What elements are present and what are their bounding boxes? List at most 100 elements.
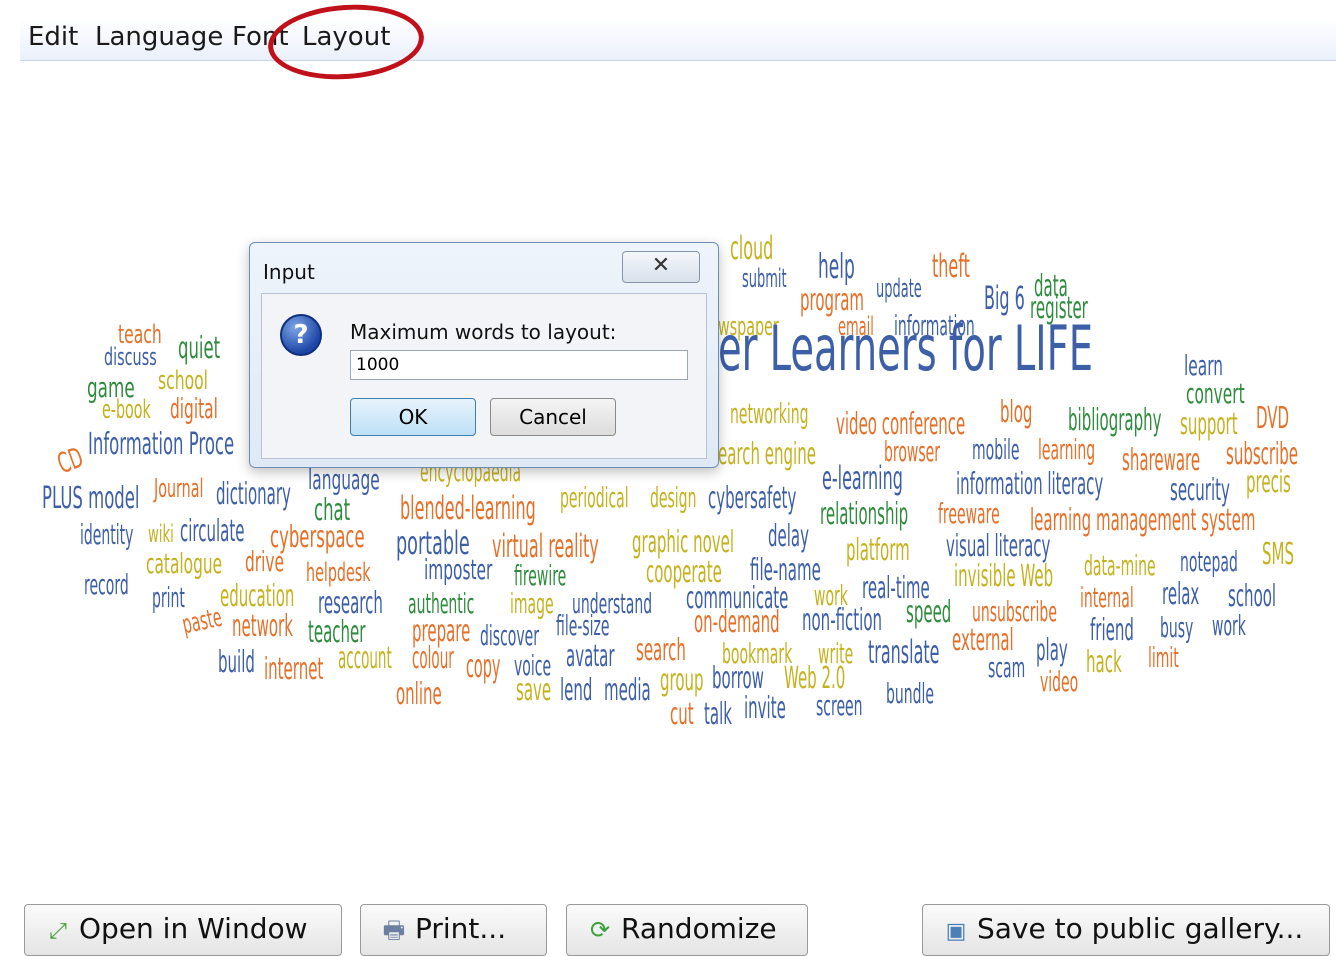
cloud-word: bundle <box>886 677 935 710</box>
cloud-word: learning <box>1038 433 1096 466</box>
cloud-word: cyberspace <box>270 520 365 555</box>
open-in-window-button[interactable]: ⤢ Open in Window <box>24 904 342 956</box>
cloud-word: wiki <box>148 520 174 548</box>
cloud-word: identity <box>80 518 134 551</box>
cloud-word: paste <box>179 602 225 641</box>
cloud-word: hack <box>1086 645 1122 680</box>
cloud-word: invite <box>744 691 786 726</box>
cloud-word: support <box>1180 407 1238 442</box>
cloud-word: quiet <box>178 331 221 366</box>
cloud-word: group <box>660 663 704 698</box>
cloud-word: freeware <box>938 497 1000 530</box>
print-button[interactable]: 🖶 Print... <box>360 904 547 956</box>
dialog-body: ? Maximum words to layout: 1000 OK Cance… <box>261 293 707 459</box>
save-icon: ▣ <box>945 919 967 944</box>
cloud-word: networking <box>730 397 809 430</box>
cloud-word: busy <box>1160 611 1194 644</box>
cloud-word: lend <box>560 673 593 708</box>
expand-icon: ⤢ <box>49 919 67 944</box>
cloud-word: shareware <box>1122 443 1201 478</box>
cloud-word: non-fiction <box>802 603 883 638</box>
cloud-word: update <box>876 274 922 304</box>
max-words-input[interactable]: 1000 <box>350 350 688 380</box>
cloud-word: PLUS model <box>42 481 140 516</box>
cloud-word: theft <box>932 247 970 285</box>
cloud-word: virtual reality <box>492 527 599 565</box>
cloud-word: account <box>338 641 392 676</box>
cloud-word: DVD <box>1256 401 1290 436</box>
cloud-word: education <box>220 579 295 614</box>
cloud-word: internal <box>1080 581 1134 614</box>
cloud-word: Information Proce <box>88 427 235 462</box>
cloud-word: notepad <box>1180 545 1238 578</box>
cloud-word: file-size <box>556 609 610 642</box>
cloud-word: network <box>232 609 293 644</box>
cloud-word: on-demand <box>694 605 780 640</box>
cloud-word: Journal <box>154 474 204 504</box>
save-to-gallery-button[interactable]: ▣ Save to public gallery... <box>922 904 1330 956</box>
cloud-word: colour <box>412 641 454 676</box>
cloud-word: Big 6 <box>984 279 1025 317</box>
cloud-word: discover <box>480 619 539 652</box>
cloud-word: search <box>636 633 686 668</box>
open-in-window-label: Open in Window <box>79 912 308 945</box>
cloud-word: e-learning <box>822 459 903 497</box>
cloud-word: er Learners for LIFE <box>718 312 1094 385</box>
cloud-word: circulate <box>180 514 245 549</box>
cloud-word: speed <box>906 595 952 630</box>
cancel-button[interactable]: Cancel <box>490 398 616 436</box>
cloud-word: work <box>1212 609 1246 642</box>
question-icon: ? <box>280 314 322 356</box>
close-button[interactable]: ✕ <box>622 251 700 283</box>
cloud-word: video <box>1040 665 1079 698</box>
print-label: Print... <box>415 912 507 945</box>
cloud-word: save <box>516 673 552 708</box>
cloud-word: blog <box>1000 395 1033 430</box>
cloud-word: cybersafety <box>708 481 797 516</box>
cloud-word: e-book <box>102 395 151 425</box>
cloud-word: catalogue <box>146 547 223 580</box>
cloud-word: unsubscribe <box>972 595 1057 628</box>
dialog-prompt: Maximum words to layout: <box>350 320 617 344</box>
randomize-label: Randomize <box>621 912 777 945</box>
ok-button[interactable]: OK <box>350 398 476 436</box>
cloud-word: online <box>396 677 442 712</box>
cloud-word: information literacy <box>956 467 1104 502</box>
cloud-word: earch engine <box>718 437 816 472</box>
cloud-word: scam <box>988 651 1026 684</box>
cloud-word: school <box>1228 579 1277 614</box>
cloud-word: imposter <box>424 553 493 586</box>
cloud-word: internet <box>264 652 324 687</box>
cloud-word: helpdesk <box>306 558 371 588</box>
cloud-word: relationship <box>820 497 909 532</box>
cloud-word: friend <box>1090 613 1134 648</box>
cloud-word: relax <box>1162 577 1200 612</box>
cloud-word: blended-learning <box>400 489 536 527</box>
dialog-title: Input <box>263 260 315 284</box>
cloud-word: delay <box>768 519 809 554</box>
cloud-word: security <box>1170 473 1230 508</box>
cloud-word: mobile <box>972 433 1020 466</box>
cloud-word: platform <box>846 533 910 568</box>
cloud-word: school <box>158 366 209 396</box>
cloud-word: SMS <box>1262 537 1294 572</box>
cloud-word: media <box>604 673 651 708</box>
cloud-word: borrow <box>712 661 764 696</box>
cloud-word: talk <box>704 697 732 732</box>
word-cloud: teach discuss quiet game school e-book d… <box>0 0 1336 952</box>
cloud-word: learn <box>1184 349 1224 382</box>
cloud-word: avatar <box>566 639 615 674</box>
cloud-word: design <box>650 481 697 514</box>
cloud-word: bibliography <box>1068 403 1162 438</box>
randomize-button[interactable]: ⟳ Randomize <box>566 904 808 956</box>
cloud-word: convert <box>1186 377 1245 410</box>
cloud-word: firewire <box>514 559 567 592</box>
refresh-icon: ⟳ <box>589 916 611 944</box>
cloud-word: graphic novel <box>632 525 735 560</box>
cloud-word: translate <box>868 633 940 671</box>
cloud-word: cut <box>670 697 694 732</box>
cloud-word: data-mine <box>1084 549 1156 582</box>
close-icon: ✕ <box>651 253 671 278</box>
printer-icon: 🖶 <box>382 916 406 944</box>
cloud-word: CD <box>52 440 88 481</box>
